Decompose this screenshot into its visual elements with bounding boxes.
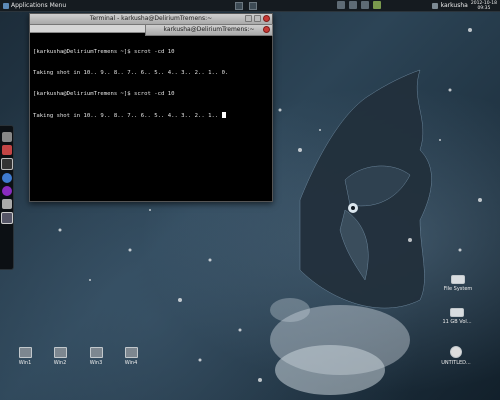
workspace-win3[interactable]: Win3: [81, 347, 111, 366]
panel-window-buttons: [235, 2, 257, 10]
taskbar-window-icon[interactable]: [249, 2, 257, 10]
terminal-line: Taking shot in 10.. 9.. 8.. 7.. 6.. 5.. …: [33, 112, 269, 120]
window-title: Terminal - karkusha@DeliriumTremens:~: [89, 15, 213, 22]
terminal-line: [karkusha@DeliriumTremens ~]$ scrot -cd …: [33, 49, 175, 55]
optical-disc-icon: [450, 346, 462, 358]
close-button[interactable]: [263, 26, 270, 33]
screenshot-icon[interactable]: [0, 212, 13, 224]
battery-icon[interactable]: [373, 1, 381, 9]
left-dock: [0, 125, 14, 270]
filesystem-drive[interactable]: File System: [440, 275, 476, 292]
clock-date: 2012-10-18: [470, 0, 497, 6]
workspace-win4[interactable]: Win4: [116, 347, 146, 366]
clock[interactable]: 2012-10-18 09:35: [471, 1, 497, 11]
folder-icon: [124, 347, 138, 358]
workspace-win1[interactable]: Win1: [10, 347, 40, 366]
workspace-label: Win4: [124, 360, 138, 366]
terminal-window-front-titlebar[interactable]: karkusha@DeliriumTremens:~: [145, 24, 273, 36]
terminal-output[interactable]: [karkusha@DeliriumTremens ~]$ scrot -cd …: [30, 33, 272, 136]
username[interactable]: karkusha: [441, 2, 468, 9]
terminal-line: Taking shot in 10.. 9.. 8.. 7.. 6.. 5.. …: [33, 70, 229, 76]
drive-label: 11 GB Vol...: [442, 319, 472, 325]
workspace-label: Win2: [53, 360, 67, 366]
media-player-icon[interactable]: [1, 186, 12, 196]
hard-drive-icon: [451, 275, 465, 284]
clock-time: 09:35: [477, 5, 491, 11]
text-cursor: [221, 112, 226, 118]
disc-label: UNTITLED...: [441, 360, 471, 366]
mail-icon[interactable]: [361, 1, 369, 9]
applications-menu-button[interactable]: Applications Menu: [0, 0, 69, 11]
image-viewer-icon[interactable]: [1, 145, 12, 155]
files-icon[interactable]: [1, 132, 12, 142]
window-controls: [263, 26, 270, 33]
system-tray: [337, 1, 381, 9]
window-controls: [245, 15, 270, 22]
workspace-label: Win3: [89, 360, 103, 366]
applications-label: Applications: [11, 2, 48, 9]
terminal-icon[interactable]: [0, 158, 13, 170]
folder-icon: [53, 347, 67, 358]
folder-icon: [18, 347, 32, 358]
volume-icon[interactable]: [349, 1, 357, 9]
applications-icon: [3, 2, 9, 9]
window-title: karkusha@DeliriumTremens:~: [163, 26, 255, 33]
terminal-window-back[interactable]: Terminal - karkusha@DeliriumTremens:~ [k…: [29, 13, 273, 202]
menu-label: Menu: [49, 2, 67, 9]
terminal-line: [karkusha@DeliriumTremens ~]$ scrot -cd …: [33, 91, 175, 97]
volume-drive[interactable]: 11 GB Vol...: [438, 308, 476, 325]
close-button[interactable]: [263, 15, 270, 22]
untitled-disc[interactable]: UNTITLED...: [436, 346, 476, 366]
user-icon: [431, 2, 438, 9]
hard-drive-icon: [450, 308, 464, 317]
terminal-line-text: Taking shot in 10.. 9.. 8.. 7.. 6.. 5.. …: [33, 113, 222, 119]
minimize-button[interactable]: [245, 15, 252, 22]
browser-icon[interactable]: [1, 173, 12, 183]
network-icon[interactable]: [337, 1, 345, 9]
taskbar-window-icon[interactable]: [235, 2, 243, 10]
folder-icon: [89, 347, 103, 358]
calculator-icon[interactable]: [1, 199, 12, 209]
top-panel: Applications Menu karkusha 2012-10-18 09…: [0, 0, 500, 12]
workspace-label: Win1: [18, 360, 32, 366]
panel-right: karkusha 2012-10-18 09:35: [431, 0, 497, 11]
drive-label: File System: [443, 286, 473, 292]
maximize-button[interactable]: [254, 15, 261, 22]
workspace-win2[interactable]: Win2: [45, 347, 75, 366]
